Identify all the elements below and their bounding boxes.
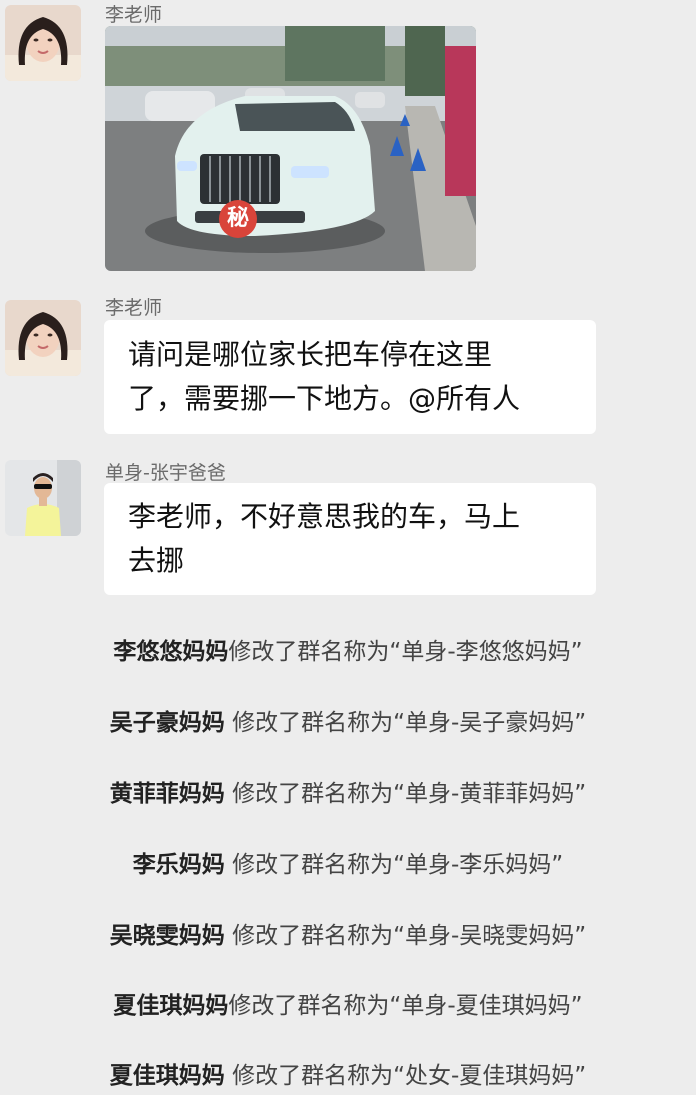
system-notice: 夏佳琪妈妈 修改了群名称为“处女-夏佳琪妈妈”: [0, 1056, 696, 1090]
notice-nickname[interactable]: 李悠悠妈妈: [113, 639, 228, 665]
avatar-teacher-li[interactable]: [5, 300, 81, 376]
notice-text: 修改了群名称为“单身-吴晓雯妈妈”: [224, 923, 587, 949]
chat-message-text: 李老师 请问是哪位家长把车停在这里 了，需要挪一下地方。@所有人: [0, 290, 696, 440]
chat-message-text: 单身-张宇爸爸 李老师，不好意思我的车，马上 去挪: [0, 455, 696, 600]
notice-text: 修改了群名称为“处女-夏佳琪妈妈”: [224, 1063, 587, 1089]
car-photo[interactable]: 秘: [105, 26, 476, 271]
system-notice: 黄菲菲妈妈 修改了群名称为“单身-黄菲菲妈妈”: [0, 774, 696, 808]
message-line: 李老师，不好意思我的车，马上: [128, 500, 521, 533]
system-notice: 吴晓雯妈妈 修改了群名称为“单身-吴晓雯妈妈”: [0, 916, 696, 950]
message-line: 去挪: [128, 544, 185, 577]
system-notice: 吴子豪妈妈 修改了群名称为“单身-吴子豪妈妈”: [0, 703, 696, 737]
message-bubble[interactable]: 李老师，不好意思我的车，马上 去挪: [104, 483, 596, 595]
notice-text: 修改了群名称为“单身-李乐妈妈”: [224, 852, 564, 878]
notice-text: 修改了群名称为“单身-李悠悠妈妈”: [228, 639, 583, 665]
system-notice: 夏佳琪妈妈修改了群名称为“单身-夏佳琪妈妈”: [0, 986, 696, 1020]
notice-nickname[interactable]: 黄菲菲妈妈: [110, 781, 225, 807]
system-notice: 李悠悠妈妈修改了群名称为“单身-李悠悠妈妈”: [0, 632, 696, 666]
sender-name: 单身-张宇爸爸: [105, 462, 226, 484]
secret-badge: 秘: [226, 206, 249, 231]
notice-nickname[interactable]: 夏佳琪妈妈: [113, 993, 228, 1019]
notice-text: 修改了群名称为“单身-吴子豪妈妈”: [224, 710, 587, 736]
sender-name: 李老师: [105, 4, 163, 26]
notice-nickname[interactable]: 夏佳琪妈妈: [110, 1063, 225, 1089]
notice-nickname[interactable]: 吴子豪妈妈: [110, 710, 225, 736]
notice-text: 修改了群名称为“单身-夏佳琪妈妈”: [228, 993, 583, 1019]
chat-message-image: 李老师 秘: [0, 0, 696, 275]
message-bubble[interactable]: 请问是哪位家长把车停在这里 了，需要挪一下地方。@所有人: [104, 320, 596, 434]
notice-nickname[interactable]: 吴晓雯妈妈: [110, 923, 225, 949]
sender-name: 李老师: [105, 297, 163, 319]
system-notice: 李乐妈妈 修改了群名称为“单身-李乐妈妈”: [0, 845, 696, 879]
notice-nickname[interactable]: 李乐妈妈: [133, 852, 225, 878]
notice-text: 修改了群名称为“单身-黄菲菲妈妈”: [224, 781, 587, 807]
avatar-teacher-li[interactable]: [5, 5, 81, 81]
message-line: 了，需要挪一下地方。@所有人: [128, 382, 521, 415]
message-line: 请问是哪位家长把车停在这里: [128, 338, 493, 371]
avatar-zhangyu-dad[interactable]: [5, 460, 81, 536]
